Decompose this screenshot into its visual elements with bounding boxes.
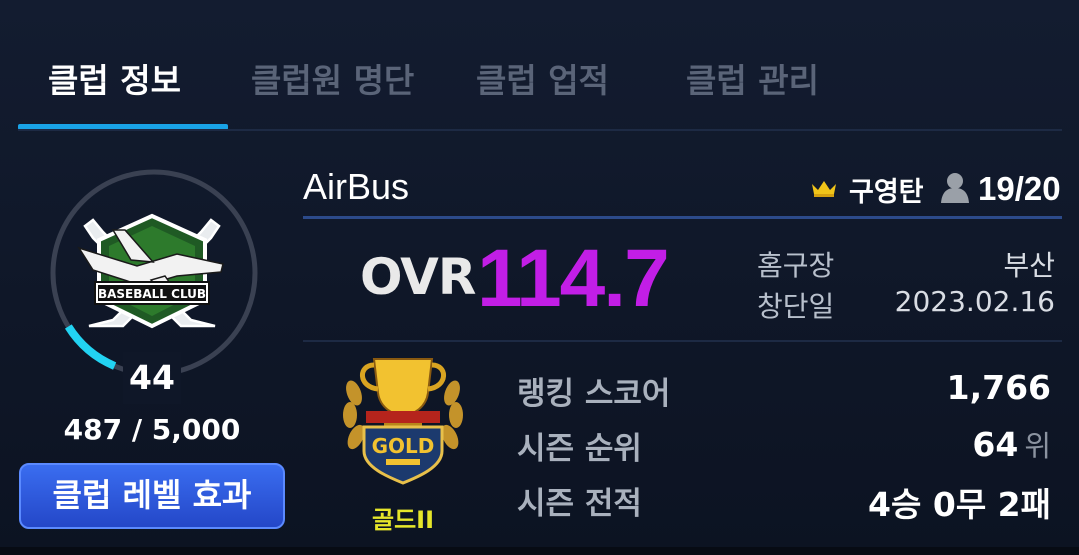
tab-club-management[interactable]: 클럽 관리 — [686, 54, 819, 102]
header-divider — [303, 216, 1062, 219]
gold-league-trophy-icon: GOLD — [343, 358, 463, 485]
club-leader-name: 구영탄 — [849, 177, 924, 208]
crown-icon — [812, 181, 836, 197]
club-info-panel: 클럽 정보 클럽원 명단 클럽 업적 클럽 관리 BASEBALL CLUB 4… — [0, 0, 1079, 555]
season-rank-label: 시즌 순위 — [517, 431, 642, 467]
member-count: 19/20 — [978, 170, 1061, 207]
section-divider — [303, 340, 1062, 342]
league-tier: 골드II — [371, 506, 435, 534]
tab-member-list[interactable]: 클럽원 명단 — [251, 54, 414, 102]
tab-bar: 클럽 정보 클럽원 명단 클럽 업적 클럽 관리 — [18, 40, 1062, 132]
emblem-text: BASEBALL CLUB — [98, 287, 206, 301]
founded-date-value: 2023.02.16 — [894, 285, 1055, 318]
home-stadium-value: 부산 — [1003, 249, 1055, 282]
ranking-score-label: 랭킹 스코어 — [517, 376, 671, 412]
home-stadium-label: 홈구장 — [757, 249, 835, 282]
ovr-value: 114.7 — [477, 233, 670, 324]
ovr-label: OVR — [360, 248, 476, 306]
ranking-score-value: 1,766 — [946, 368, 1051, 407]
club-xp: 487 / 5,000 — [63, 413, 241, 446]
club-level: 44 — [123, 352, 181, 404]
tab-divider — [18, 129, 1062, 131]
member-icon — [941, 173, 969, 203]
season-record-label: 시즌 전적 — [517, 486, 642, 522]
league-badge-text: GOLD — [372, 434, 435, 458]
tab-club-achievements[interactable]: 클럽 업적 — [476, 54, 609, 102]
season-rank-value: 64 위 — [972, 425, 1051, 464]
season-record-value: 4승 0무 2패 — [868, 485, 1051, 524]
club-emblem: BASEBALL CLUB — [77, 213, 224, 329]
tab-club-info[interactable]: 클럽 정보 — [48, 54, 181, 102]
club-name: AirBus — [303, 166, 410, 207]
founded-date-label: 창단일 — [757, 290, 835, 323]
club-level-effect-button[interactable]: 클럽 레벨 효과 — [19, 463, 285, 529]
season-rank-unit: 위 — [1024, 429, 1051, 463]
